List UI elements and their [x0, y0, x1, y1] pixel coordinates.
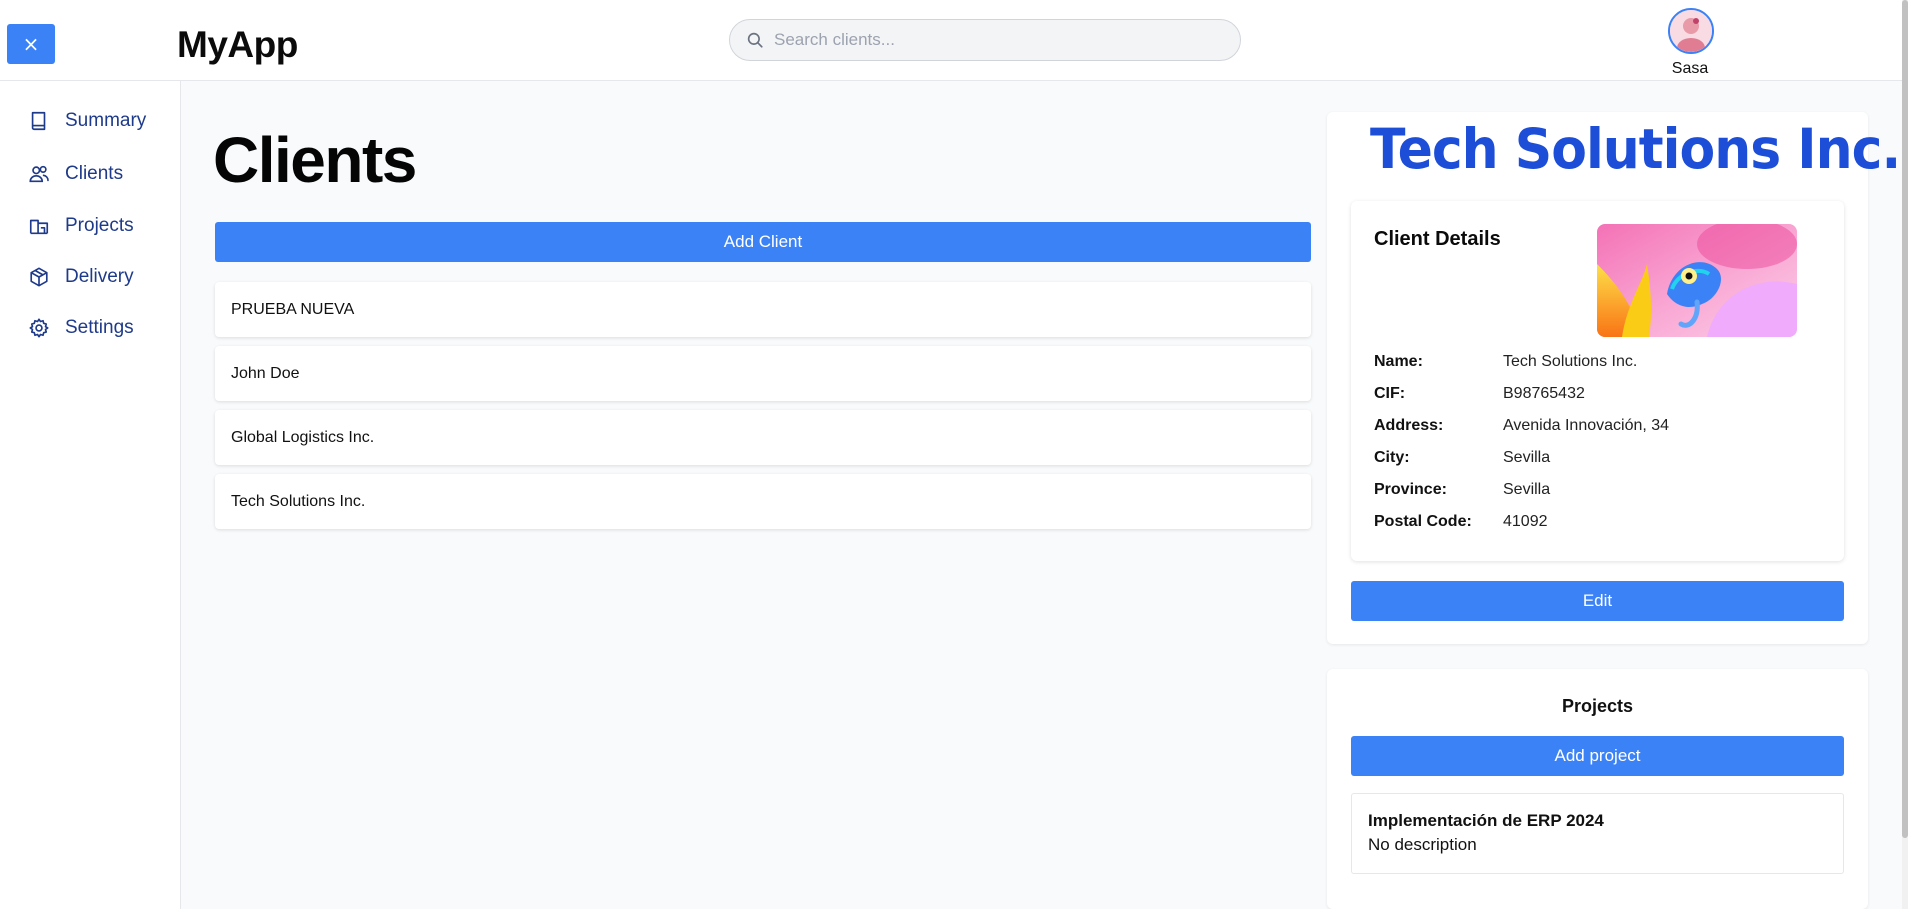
client-row[interactable]: John Doe [215, 346, 1311, 401]
user-menu[interactable] [1668, 8, 1714, 54]
field-label-province: Province: [1374, 481, 1447, 498]
field-label-name: Name: [1374, 353, 1423, 370]
field-label-cif: CIF: [1374, 385, 1406, 402]
users-icon [29, 165, 49, 183]
client-name: PRUEBA NUEVA [231, 300, 355, 318]
project-description: No description [1368, 835, 1477, 854]
package-icon [30, 267, 48, 287]
sidebar [0, 81, 181, 909]
field-label-city: City: [1374, 449, 1410, 466]
projects-icon [29, 219, 49, 235]
field-value-province: Sevilla [1503, 481, 1551, 498]
search-icon [747, 32, 763, 48]
sidebar-item-summary[interactable]: Summary [28, 106, 146, 136]
edit-client-button[interactable]: Edit [1351, 581, 1844, 621]
add-project-button[interactable]: Add project [1351, 736, 1844, 776]
app-title: MyApp [177, 24, 298, 65]
user-avatar-icon [1670, 10, 1712, 52]
page-title: Clients [213, 124, 417, 196]
search-bar[interactable] [729, 19, 1241, 61]
add-client-button[interactable]: Add Client [215, 222, 1311, 262]
field-value-cif: B98765432 [1503, 385, 1585, 402]
sidebar-item-label: Delivery [65, 266, 134, 287]
client-logo: Tech Solutions Inc. [1370, 118, 1901, 182]
field-value-city: Sevilla [1503, 449, 1551, 466]
field-label-address: Address: [1374, 417, 1444, 434]
client-name: Tech Solutions Inc. [231, 492, 366, 510]
close-icon: × [22, 32, 40, 56]
client-name: John Doe [231, 364, 300, 382]
project-item[interactable]: Implementación de ERP 2024 No descriptio… [1351, 793, 1844, 874]
user-name: Sasa [1671, 60, 1709, 77]
client-row[interactable]: Tech Solutions Inc. [215, 474, 1311, 529]
client-row[interactable]: PRUEBA NUEVA [215, 282, 1311, 337]
sidebar-item-label: Clients [65, 163, 124, 184]
sidebar-item-label: Summary [65, 110, 147, 131]
sidebar-item-label: Settings [65, 317, 134, 338]
sidebar-item-label: Projects [65, 215, 134, 236]
avatar[interactable] [1668, 8, 1714, 54]
field-label-postal-code: Postal Code: [1374, 513, 1472, 530]
projects-heading: Projects [1561, 696, 1634, 716]
client-image [1597, 224, 1797, 337]
scrollbar-thumb[interactable] [1902, 0, 1908, 838]
field-value-name: Tech Solutions Inc. [1503, 353, 1638, 370]
field-value-postal-code: 41092 [1503, 513, 1548, 530]
field-value-address: Avenida Innovación, 34 [1503, 417, 1670, 434]
close-sidebar-button[interactable]: × [7, 24, 55, 64]
client-name: Global Logistics Inc. [231, 428, 375, 446]
chameleon-image [1597, 224, 1797, 337]
client-details-heading: Client Details [1374, 228, 1501, 250]
sidebar-item-delivery[interactable]: Delivery [28, 262, 134, 292]
client-row[interactable]: Global Logistics Inc. [215, 410, 1311, 465]
sidebar-item-projects[interactable]: Projects [28, 211, 134, 241]
project-name: Implementación de ERP 2024 [1368, 811, 1604, 830]
book-icon [31, 111, 46, 131]
search-input[interactable] [774, 30, 1214, 50]
sidebar-item-settings[interactable]: Settings [28, 313, 134, 343]
gear-icon [29, 318, 49, 338]
page-scrollbar[interactable] [1902, 0, 1908, 909]
sidebar-item-clients[interactable]: Clients [28, 159, 123, 189]
